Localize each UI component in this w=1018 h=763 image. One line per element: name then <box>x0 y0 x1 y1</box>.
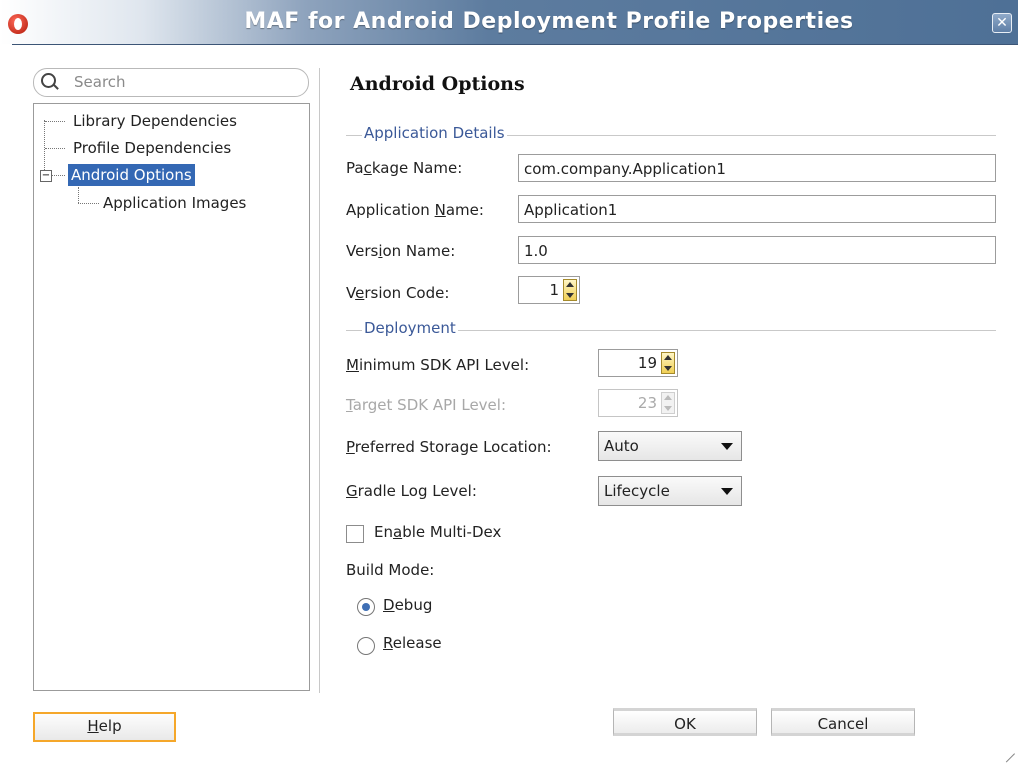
tree-connector <box>51 175 65 176</box>
version-name-field[interactable]: 1.0 <box>518 236 996 264</box>
section-deployment: Deployment <box>362 319 458 337</box>
tree-item-library-dependencies[interactable]: Library Dependencies <box>73 110 237 132</box>
package-name-field[interactable]: com.company.Application1 <box>518 154 996 182</box>
ok-button[interactable]: OK <box>613 708 757 736</box>
gradle-log-level-label: Gradle Log Level: <box>346 482 477 500</box>
page-title: Android Options <box>350 73 525 95</box>
debug-label[interactable]: Debug <box>383 596 432 614</box>
gradle-log-level-dropdown[interactable]: Lifecycle <box>598 476 742 506</box>
search-input[interactable] <box>72 72 296 92</box>
tree-item-application-images[interactable]: Application Images <box>103 192 246 214</box>
package-name-label: Package Name: <box>346 159 463 177</box>
min-sdk-label: Minimum SDK API Level: <box>346 356 530 374</box>
target-sdk-spinner: 23 <box>598 389 678 417</box>
left-edge <box>0 44 12 757</box>
close-icon[interactable]: ✕ <box>992 13 1012 33</box>
cancel-button[interactable]: Cancel <box>771 708 915 736</box>
min-sdk-value: 19 <box>637 354 657 372</box>
multidex-label[interactable]: Enable Multi-Dex <box>374 523 501 541</box>
tree-item-android-options[interactable]: Android Options <box>68 164 195 186</box>
panel-divider <box>319 68 320 693</box>
storage-location-dropdown[interactable]: Auto <box>598 431 742 461</box>
release-radio[interactable] <box>357 637 375 655</box>
title-bar[interactable]: MAF for Android Deployment Profile Prope… <box>0 0 1018 45</box>
storage-location-value: Auto <box>604 437 639 455</box>
chevron-down-icon <box>721 488 733 495</box>
version-name-label: Version Name: <box>346 242 456 260</box>
resize-grip-icon[interactable] <box>1005 744 1015 754</box>
version-code-label: Version Code: <box>346 284 450 302</box>
chevron-down-icon <box>721 443 733 450</box>
version-code-spinner[interactable]: 1 <box>518 276 580 304</box>
tree-connector <box>45 148 65 149</box>
application-name-label: Application Name: <box>346 201 484 219</box>
storage-location-label: Preferred Storage Location: <box>346 438 552 456</box>
window-title: MAF for Android Deployment Profile Prope… <box>244 9 854 34</box>
target-sdk-value: 23 <box>637 394 657 412</box>
release-label[interactable]: Release <box>383 634 442 652</box>
spinner-arrows-icon[interactable] <box>563 279 577 301</box>
tree-connector <box>44 120 45 170</box>
min-sdk-spinner[interactable]: 19 <box>598 349 678 377</box>
build-mode-label: Build Mode: <box>346 561 435 579</box>
tree-connector <box>78 203 99 204</box>
collapse-icon[interactable]: − <box>40 170 52 182</box>
help-button[interactable]: Help <box>33 712 176 742</box>
multidex-checkbox[interactable] <box>346 525 364 543</box>
target-sdk-label: Target SDK API Level: <box>346 396 507 414</box>
gradle-log-level-value: Lifecycle <box>604 482 670 500</box>
debug-radio[interactable] <box>357 598 375 616</box>
application-name-field[interactable]: Application1 <box>518 195 996 223</box>
spinner-arrows-icon[interactable] <box>661 352 675 374</box>
search-icon <box>41 73 56 88</box>
version-code-value: 1 <box>549 281 559 299</box>
section-application-details: Application Details <box>362 124 507 142</box>
spinner-arrows-icon <box>661 392 675 414</box>
tree-connector <box>45 121 65 122</box>
search-box[interactable] <box>33 68 309 97</box>
tree-connector <box>78 187 79 203</box>
tree-item-profile-dependencies[interactable]: Profile Dependencies <box>73 137 231 159</box>
